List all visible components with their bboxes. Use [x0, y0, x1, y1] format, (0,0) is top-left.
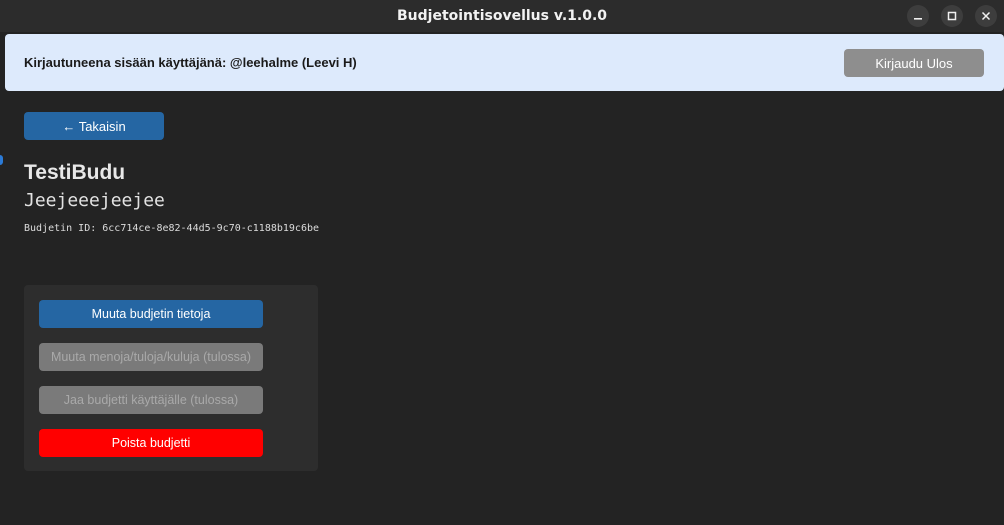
edit-entries-button: Muuta menoja/tuloja/kuluja (tulossa): [39, 343, 263, 371]
back-button[interactable]: ← Takaisin: [24, 112, 164, 140]
window-title: Budjetointisovellus v.1.0.0: [396, 8, 608, 24]
minimize-icon: [914, 18, 922, 20]
login-banner: Kirjautuneena sisään käyttäjänä: @leehal…: [5, 34, 1004, 91]
budget-actions-panel: Muuta budjetin tietoja Muuta menoja/tulo…: [24, 285, 318, 471]
budget-name: TestiBudu: [24, 161, 126, 184]
close-icon: [981, 11, 991, 21]
delete-budget-button[interactable]: Poista budjetti: [39, 429, 263, 457]
side-indicator: [0, 155, 3, 165]
maximize-button[interactable]: [941, 5, 963, 27]
window-titlebar: Budjetointisovellus v.1.0.0: [0, 0, 1004, 32]
budget-description: Jeejeeejeejee: [24, 190, 165, 211]
budget-id: Budjetin ID: 6cc714ce-8e82-44d5-9c70-c11…: [24, 223, 320, 234]
minimize-button[interactable]: [907, 5, 929, 27]
edit-budget-info-button[interactable]: Muuta budjetin tietoja: [39, 300, 263, 328]
logout-button[interactable]: Kirjaudu Ulos: [844, 49, 984, 77]
close-button[interactable]: [975, 5, 997, 27]
maximize-icon: [947, 11, 957, 21]
logged-in-user-text: Kirjautuneena sisään käyttäjänä: @leehal…: [24, 55, 357, 70]
share-budget-button: Jaa budjetti käyttäjälle (tulossa): [39, 386, 263, 414]
